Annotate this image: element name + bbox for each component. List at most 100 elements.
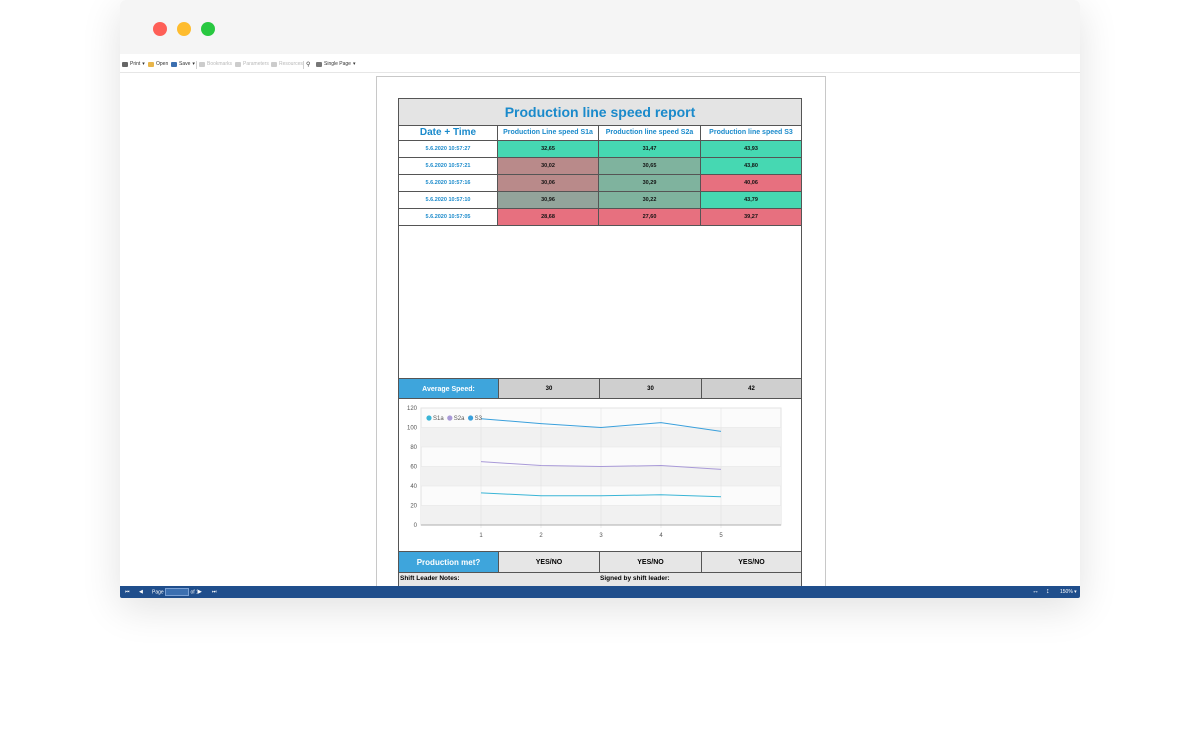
y-tick-label: 120 [407,406,418,412]
chevron-down-icon: ▾ [192,61,195,67]
binoculars-icon: ⚲ [306,62,311,68]
y-tick-label: 20 [410,504,417,510]
speed-cell-s1a: 30,02 [498,158,599,175]
window-titlebar [120,0,1080,54]
bookmark-icon [199,61,205,67]
bookmarks-button[interactable]: Bookmarks [199,61,232,67]
open-label: Open [156,61,169,67]
average-s1a: 30 [498,378,599,399]
report-title: Production line speed report [399,99,801,126]
x-tick-label: 2 [539,533,543,539]
speed-cell-s3: 43,80 [701,158,801,175]
viewer-toolbar: Print ▾ Open Save ▾ Bookmarks Parameters R… [120,59,1080,73]
production-met-label: Production met? [399,551,498,573]
average-s3: 42 [701,378,801,399]
legend-label-s1a: S1a [433,416,444,422]
speed-cell-s3: 43,79 [701,192,801,209]
x-tick-label: 5 [719,533,723,539]
toolbar-separator [196,61,197,69]
print-button[interactable]: Print ▾ [122,61,145,67]
speed-cell-s1a: 30,96 [498,192,599,209]
printer-icon [122,61,128,67]
print-label: Print [130,61,141,67]
speed-cell-s2a: 30,29 [599,175,701,192]
speed-cell-s1a: 30,06 [498,175,599,192]
parameters-label: Parameters [243,61,269,67]
last-page-button[interactable]: ⏭ [212,588,217,596]
parameters-icon [235,61,241,67]
browser-window: Print ▾ Open Save ▾ Bookmarks Parameters R… [120,0,1080,598]
header-date-time: Date + Time [399,125,498,141]
parameters-button[interactable]: Parameters [235,61,269,67]
zoom-dropdown[interactable]: 150% ▾ [1060,588,1077,596]
speed-cell-s2a: 27,60 [599,209,701,226]
resources-icon [271,61,277,67]
page-label: Page [152,589,164,596]
first-page-button[interactable]: ⏮ [125,588,130,596]
fit-width-icon[interactable]: ↔ [1032,588,1039,596]
production-met-s3: YES/NO [701,551,801,573]
x-tick-label: 3 [599,533,603,539]
toolbar-separator [303,61,304,69]
row-timestamp: 5.6.2020 10:57:21 [399,158,498,175]
view-mode-label: Single Page [324,61,351,67]
production-met-s2a: YES/NO [599,551,701,573]
header-s3: Production line speed S3 [701,125,801,141]
speed-line-chart: 0 20 40 60 80 100 120 1 2 3 4 5 S1a S2a S3 [407,406,782,539]
speed-cell-s2a: 30,65 [599,158,701,175]
x-tick-label: 1 [479,533,483,539]
average-speed-label: Average Speed: [399,378,498,399]
page-navigator: Page of 1 [152,588,199,596]
y-tick-label: 100 [407,426,418,432]
row-timestamp: 5.6.2020 10:57:10 [399,192,498,209]
x-tick-label: 4 [659,533,663,539]
header-s1a: Production Line speed S1a [498,125,599,141]
shift-leader-notes-label: Shift Leader Notes: [399,573,599,586]
speed-cell-s2a: 30,22 [599,192,701,209]
speed-cell-s2a: 31,47 [599,141,701,158]
y-tick-label: 80 [410,445,417,451]
y-tick-label: 60 [410,465,417,471]
resources-button[interactable]: Resources [271,61,303,67]
page-number-input[interactable] [165,588,190,596]
signed-by-label: Signed by shift leader: [599,573,801,586]
folder-icon [148,61,154,67]
minimize-window-button[interactable] [177,22,191,36]
legend-label-s2a: S2a [454,416,465,422]
open-button[interactable]: Open [148,61,168,67]
chevron-down-icon: ▾ [1072,589,1077,595]
production-met-s1a: YES/NO [498,551,599,573]
speed-cell-s3: 39,27 [701,209,801,226]
save-icon [171,61,177,67]
view-mode-dropdown[interactable]: Single Page ▾ [316,61,355,67]
row-timestamp: 5.6.2020 10:57:05 [399,209,498,226]
chevron-down-icon: ▾ [352,61,356,67]
report-frame: Production line speed report Date + Time… [398,98,802,586]
speed-cell-s3: 40,06 [701,175,801,192]
next-page-button[interactable]: ▶ [198,588,202,596]
zoom-level: 150% [1060,589,1073,595]
y-tick-label: 40 [410,484,417,490]
legend-marker-s2a [447,415,453,421]
header-s2a: Production line speed S2a [599,125,701,141]
close-window-button[interactable] [153,22,167,36]
find-button[interactable]: ⚲ [306,61,310,68]
row-timestamp: 5.6.2020 10:57:16 [399,175,498,192]
previous-page-button[interactable]: ◀ [139,588,143,596]
legend-label-s3: S3 [475,416,483,422]
page-icon [316,61,322,67]
fit-height-icon[interactable]: ↕ [1046,588,1050,596]
legend-marker-s3 [468,415,474,421]
save-button[interactable]: Save ▾ [171,61,195,67]
legend-marker-s1a [426,415,432,421]
viewer-statusbar: ⏮ ◀ Page of 1 ▶ ⏭ ↔ ↕ 150% ▾ [120,586,1080,598]
report-viewer[interactable]: Production line speed report Date + Time… [120,73,1080,586]
resources-label: Resources [279,61,303,67]
average-s2a: 30 [599,378,701,399]
chevron-down-icon: ▾ [142,61,145,67]
bookmarks-label: Bookmarks [207,61,233,67]
report-page: Production line speed report Date + Time… [376,76,826,586]
speed-cell-s1a: 32,65 [498,141,599,158]
speed-cell-s1a: 28,68 [498,209,599,226]
maximize-window-button[interactable] [201,22,215,36]
